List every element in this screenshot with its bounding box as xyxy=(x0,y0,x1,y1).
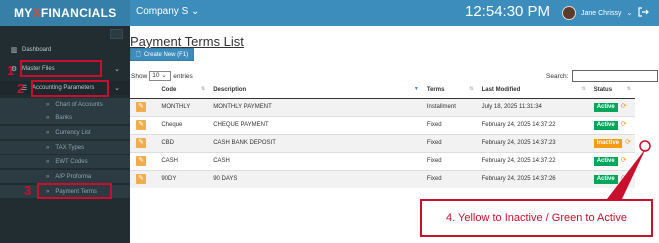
sort-icon: ⇅ xyxy=(626,86,631,92)
edit-icon[interactable]: ✎ xyxy=(136,138,146,148)
cell-last-modified: February 24, 2025 14:37:22 xyxy=(477,151,590,170)
column-header-description[interactable]: Description ▼ xyxy=(209,83,423,99)
status-badge: Active xyxy=(593,175,618,185)
toggle-status-icon[interactable]: ⟳ xyxy=(621,174,627,182)
cell-description: CHEQUE PAYMENT xyxy=(209,115,423,134)
double-chevron-icon: » xyxy=(46,173,50,180)
search-input[interactable] xyxy=(572,70,659,82)
sort-icon: ⇅ xyxy=(581,86,586,92)
sidebar: ▥ Dashboard ⚙ Master Files ⌄ ☰ Accountin… xyxy=(0,26,130,243)
cell-last-modified: February 24, 2025 14:37:23 xyxy=(477,133,590,152)
toggle-status-icon[interactable]: ⟳ xyxy=(621,102,627,110)
column-header-actions xyxy=(130,83,158,99)
status-badge: Inactive xyxy=(593,139,623,148)
highlight-master-files xyxy=(20,60,102,77)
cell-code: CBD xyxy=(157,133,210,152)
cell-last-modified: February 24, 2025 14:37:22 xyxy=(477,115,590,134)
column-header-code[interactable]: Code ⇅ xyxy=(157,83,210,99)
sidebar-item-dashboard[interactable]: ▥ Dashboard xyxy=(0,44,130,56)
cell-terms: Fixed xyxy=(422,133,478,152)
highlight-accounting-parameters xyxy=(31,80,109,97)
cell-code: Cheque xyxy=(157,115,210,134)
sidebar-item-ap-proforma[interactable]: » A/P Proforma xyxy=(0,170,130,183)
cell-description: CASH xyxy=(209,151,423,170)
step-number-1: 1 xyxy=(7,63,15,78)
entries-length: Show 10 ⌄ entries xyxy=(131,71,193,81)
sort-icon: ⇅ xyxy=(201,86,206,92)
avatar xyxy=(562,6,576,20)
cell-code: 90DY xyxy=(157,169,210,188)
sidebar-item-banks[interactable]: » Banks xyxy=(0,111,130,124)
company-selector[interactable]: Company S ⌄ xyxy=(136,6,199,17)
cell-terms: Fixed xyxy=(422,169,478,188)
status-badge: Active xyxy=(593,121,618,130)
cell-last-modified: July 18, 2025 11:31:34 xyxy=(477,97,590,116)
double-chevron-icon: » xyxy=(46,158,50,165)
cell-code: MONTHLY xyxy=(157,97,210,116)
create-new-button[interactable]: 🗋 Create New (F1) xyxy=(130,48,195,61)
logout-icon[interactable] xyxy=(637,6,649,18)
entries-select[interactable]: 10 ⌄ xyxy=(149,71,172,81)
table-row: ✎ Cheque CHEQUE PAYMENT Fixed February 2… xyxy=(130,115,635,134)
top-navbar: MYXFINANCIALS Company S ⌄ 12:54:30 PM Ja… xyxy=(0,0,659,26)
double-chevron-icon: » xyxy=(46,129,50,136)
page-title: Payment Terms List xyxy=(130,34,244,49)
sidebar-item-currency-list[interactable]: » Currency List xyxy=(0,126,130,139)
user-name: Jane Chrissy xyxy=(581,9,622,17)
cell-terms: Fixed xyxy=(422,115,478,134)
highlight-payment-terms xyxy=(37,183,112,199)
table-row: ✎ 90DY 90 DAYS Fixed February 24, 2025 1… xyxy=(130,169,635,188)
sort-desc-icon: ▼ xyxy=(413,86,419,92)
column-header-terms[interactable]: Terms ⇅ xyxy=(422,83,478,99)
chevron-down-icon: ⌄ xyxy=(114,66,120,73)
cell-description: CASH BANK DEPOSIT xyxy=(209,133,423,152)
double-chevron-icon: » xyxy=(46,144,50,151)
payment-terms-table: Code ⇅ Description ▼ Terms ⇅ Last Modified ⇅… xyxy=(130,83,635,188)
column-header-last-modified[interactable]: Last Modified ⇅ xyxy=(477,83,590,99)
table-row: ✎ CBD CASH BANK DEPOSIT Fixed February 2… xyxy=(130,133,635,152)
cell-description: MONTHLY PAYMENT xyxy=(209,97,423,116)
edit-icon[interactable]: ✎ xyxy=(136,174,146,185)
logo-area: MYXFINANCIALS xyxy=(0,0,130,26)
edit-icon[interactable]: ✎ xyxy=(136,156,146,166)
company-name: Company S xyxy=(136,6,189,17)
sidebar-item-chart-of-accounts[interactable]: » Chart of Accounts xyxy=(0,98,130,111)
sidebar-item-tax-types[interactable]: » TAX Types xyxy=(0,141,130,154)
toggle-status-icon[interactable]: ⟳ xyxy=(621,156,627,164)
step-number-3: 3 xyxy=(24,183,32,198)
step-number-2: 2 xyxy=(17,81,25,96)
double-chevron-icon: » xyxy=(46,101,50,108)
column-header-status[interactable]: Status ⇅ xyxy=(589,83,635,99)
annotation-note: 4. Yellow to Inactive / Green to Active xyxy=(420,199,653,237)
search-box: Search: xyxy=(546,70,659,82)
table-row: ✎ MONTHLY MONTHLY PAYMENT Installment Ju… xyxy=(130,97,635,116)
edit-icon[interactable]: ✎ xyxy=(136,102,146,112)
cell-terms: Installment xyxy=(422,97,478,116)
toggle-status-icon[interactable]: ⟳ xyxy=(625,138,631,146)
table-header: Code ⇅ Description ▼ Terms ⇅ Last Modified ⇅… xyxy=(130,83,635,99)
edit-icon[interactable]: ✎ xyxy=(136,120,146,130)
status-badge: Active xyxy=(593,157,618,166)
user-chevron-icon: ⌄ xyxy=(626,10,633,17)
app-logo[interactable]: MYXFINANCIALS xyxy=(14,6,117,20)
file-icon: 🗋 xyxy=(136,51,141,58)
toggle-status-icon[interactable]: ⟳ xyxy=(621,120,627,128)
sidebar-item-ewt-codes[interactable]: » EWT Codes xyxy=(0,155,130,168)
double-chevron-icon: » xyxy=(46,114,50,121)
sort-icon: ⇅ xyxy=(469,86,474,92)
cell-description: 90 DAYS xyxy=(209,169,423,188)
status-badge: Active xyxy=(593,103,618,112)
cell-terms: Fixed xyxy=(422,151,478,170)
clock: 12:54:30 PM xyxy=(465,3,551,20)
user-menu[interactable]: Jane Chrissy ⌄ xyxy=(562,4,632,22)
table-row: ✎ CASH CASH Fixed February 24, 2025 14:3… xyxy=(130,151,635,170)
chevron-down-icon: ⌄ xyxy=(114,85,120,92)
dashboard-icon: ▥ xyxy=(10,47,18,54)
cell-last-modified: February 24, 2025 14:37:26 xyxy=(477,169,590,188)
cell-code: CASH xyxy=(157,151,210,170)
sidebar-toggle[interactable] xyxy=(110,29,123,39)
company-chevron-icon: ⌄ xyxy=(191,6,200,17)
